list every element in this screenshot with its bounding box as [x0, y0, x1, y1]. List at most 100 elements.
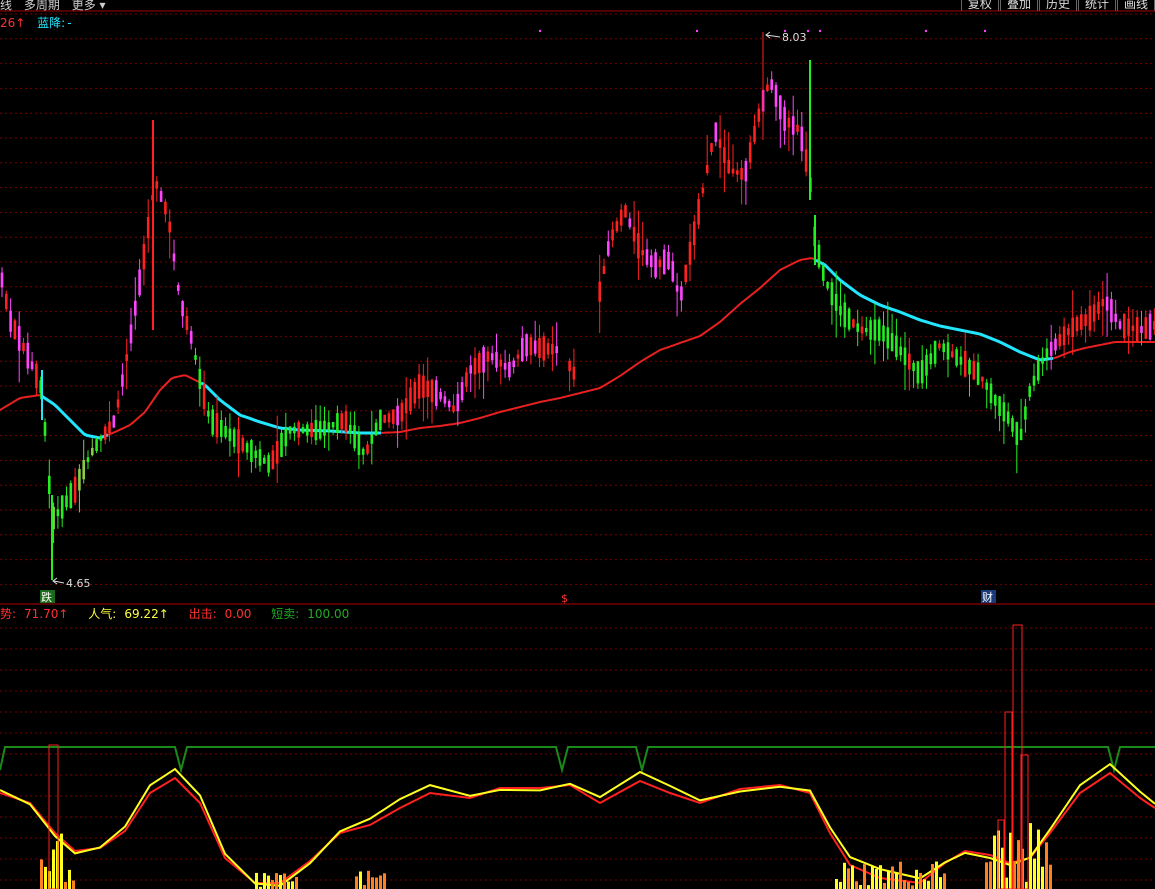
- volume-bar: [895, 873, 898, 889]
- candle-body: [1002, 402, 1006, 422]
- candle-body: [873, 319, 877, 341]
- candle-body: [379, 409, 382, 431]
- candle-body: [538, 337, 541, 358]
- candle-body: [1006, 411, 1010, 424]
- candle-body: [220, 420, 223, 437]
- indicator-readout: 势: 71.70↑ 人气: 69.22↑ 出击: 0.00 短卖: 100.00: [0, 605, 365, 622]
- candle-body: [155, 181, 159, 189]
- volume-bar: [911, 885, 914, 889]
- volume-bar: [44, 866, 47, 889]
- candle-body: [426, 380, 429, 397]
- candle-body: [899, 346, 902, 356]
- candle-body: [525, 334, 528, 357]
- volume-bar: [903, 880, 906, 889]
- candle-body: [981, 376, 984, 382]
- signal-dot: [538, 29, 542, 33]
- volume-bar: [68, 869, 71, 889]
- low-price-label: 4.65: [66, 577, 91, 590]
- volume-bar: [255, 872, 258, 889]
- volume-bar: [379, 875, 382, 889]
- candle-body: [1062, 326, 1066, 346]
- candle-body: [925, 354, 928, 376]
- volume-bar: [295, 877, 298, 889]
- volume-bar: [375, 877, 378, 889]
- volume-bar: [275, 873, 278, 889]
- candle-body: [839, 305, 842, 316]
- candle-body: [942, 343, 945, 353]
- candle-body: [164, 201, 167, 215]
- candle-body: [134, 300, 137, 316]
- volume-bar: [915, 869, 918, 889]
- candle-body: [658, 259, 662, 267]
- candle-body: [370, 434, 374, 444]
- candle-body: [555, 346, 558, 354]
- volume-bar: [60, 833, 63, 889]
- candle-body: [804, 149, 808, 172]
- candle-body: [667, 251, 670, 270]
- candle-body: [744, 161, 748, 182]
- candle-body: [275, 441, 279, 464]
- candle-body: [1135, 317, 1139, 342]
- candle-body: [17, 326, 21, 351]
- candle-body: [908, 353, 911, 370]
- candle-body: [503, 363, 507, 370]
- candle-body: [723, 147, 726, 163]
- candle-body: [976, 362, 980, 385]
- volume-bar: [891, 866, 894, 889]
- volume-bar: [985, 862, 988, 889]
- volume-bar: [1017, 840, 1020, 889]
- candle-body: [138, 269, 141, 296]
- candle-body: [770, 79, 773, 90]
- candle-body: [344, 411, 348, 433]
- candle-body: [572, 366, 576, 380]
- candle-body: [383, 414, 386, 423]
- signal-dot: [924, 29, 928, 33]
- candle-body: [736, 170, 739, 175]
- candle-body: [129, 324, 133, 344]
- stock-chart[interactable]: 8.03 4.65 跌 $ 财: [0, 0, 1155, 889]
- candle-body: [654, 252, 657, 278]
- candle-body: [684, 264, 687, 283]
- candle-body: [529, 337, 533, 356]
- volume-bar: [943, 873, 946, 889]
- candle-body: [1097, 301, 1100, 314]
- candle-body: [48, 475, 51, 494]
- candle-body: [714, 122, 718, 142]
- volume-bar: [279, 875, 282, 889]
- volume-bar: [383, 873, 386, 889]
- candle-body: [933, 340, 937, 364]
- candle-body: [297, 422, 300, 438]
- volume-bar: [989, 861, 992, 889]
- candle-body: [26, 342, 30, 369]
- candle-body: [103, 426, 107, 440]
- candle-body: [409, 387, 412, 412]
- candle-body: [430, 379, 434, 403]
- candle-body: [306, 424, 309, 436]
- candle-body: [366, 444, 369, 454]
- candle-body: [1084, 314, 1087, 326]
- volume-bar: [64, 882, 67, 889]
- candle-body: [310, 422, 313, 437]
- candle-body: [1092, 304, 1096, 322]
- candle-body: [895, 335, 898, 358]
- candle-body: [413, 382, 417, 404]
- candle-body: [78, 469, 81, 491]
- candle-body: [693, 221, 696, 246]
- candle-body: [1032, 375, 1036, 386]
- candle-body: [232, 429, 236, 447]
- candle-body: [619, 209, 623, 226]
- candle-body: [1011, 418, 1014, 432]
- candle-body: [125, 354, 128, 361]
- candle-body: [30, 361, 34, 369]
- candle-body: [499, 359, 503, 367]
- candle-body: [1140, 326, 1143, 333]
- candle-body: [280, 432, 283, 457]
- candle-body: [353, 425, 356, 449]
- candle-body: [447, 401, 451, 408]
- candle-body: [357, 433, 361, 456]
- candle-body: [955, 349, 958, 366]
- candle-body: [241, 437, 245, 452]
- candle-body: [611, 229, 614, 241]
- candle-body: [460, 382, 464, 400]
- candle-body: [1071, 317, 1074, 337]
